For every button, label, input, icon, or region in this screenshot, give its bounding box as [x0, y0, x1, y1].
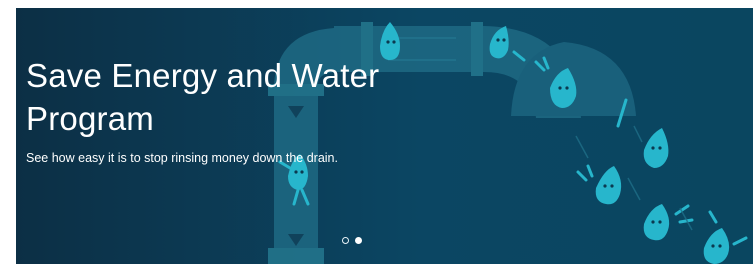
- carousel-dot-1[interactable]: [342, 237, 349, 244]
- hero-banner: Save Energy and Water Program See how ea…: [16, 8, 753, 264]
- carousel-dot-2-active[interactable]: [355, 237, 362, 244]
- carousel-pagination: [342, 237, 362, 244]
- hero-subtitle: See how easy it is to stop rinsing money…: [26, 151, 338, 165]
- hero-title: Save Energy and Water Program: [26, 57, 380, 137]
